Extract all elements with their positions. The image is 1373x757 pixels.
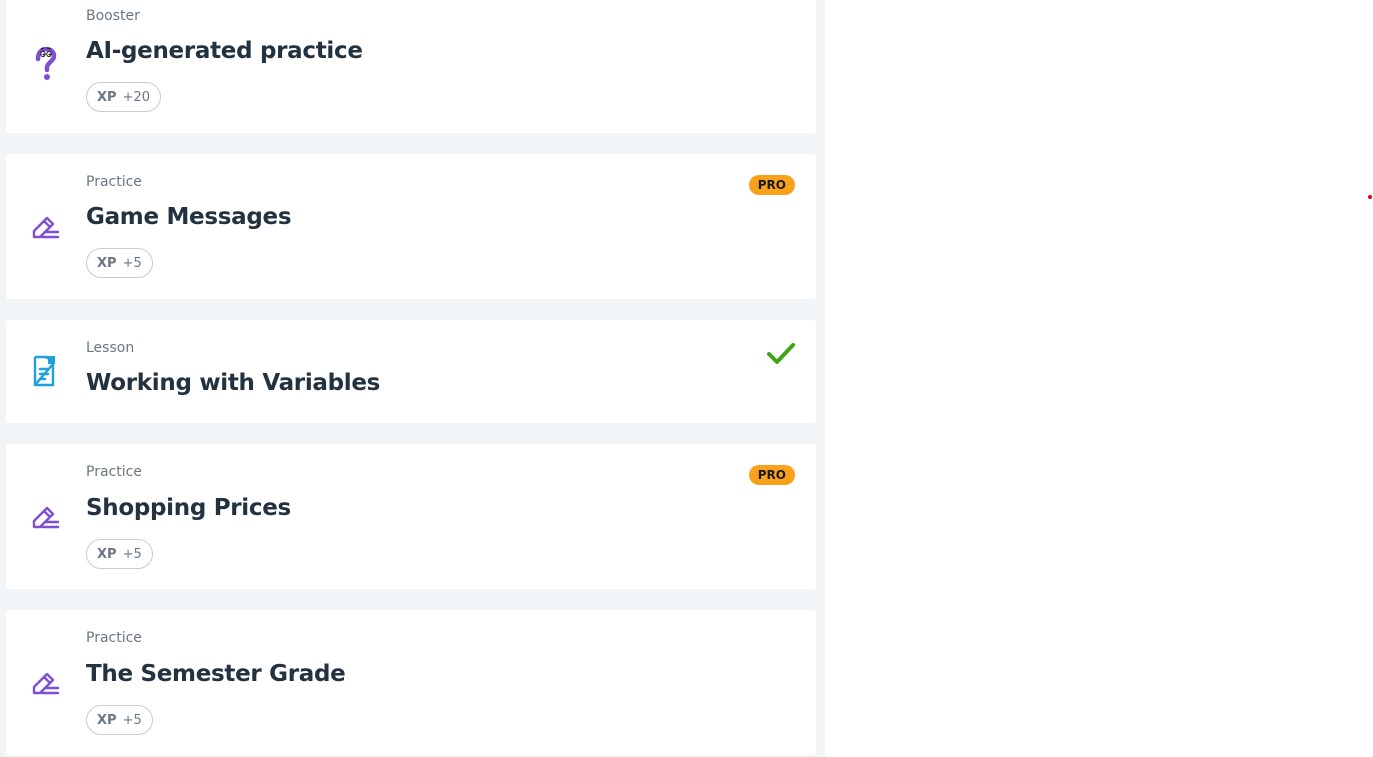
pencil-icon	[29, 210, 61, 242]
xp-label: XP	[97, 89, 117, 105]
cursor-dot	[1368, 195, 1372, 199]
xp-badge: XP +5	[86, 539, 153, 569]
xp-label: XP	[97, 712, 117, 728]
list-item-the-semester-grade[interactable]: Practice The Semester Grade XP +5	[6, 610, 816, 755]
item-type-label: Lesson	[86, 340, 135, 356]
xp-value: +5	[122, 255, 142, 271]
list-item-ai-generated-practice[interactable]: Booster AI-generated practice XP +20	[6, 0, 816, 133]
completed-check-icon	[767, 342, 795, 370]
list-item-game-messages[interactable]: Practice Game Messages XP +5 PRO	[6, 154, 816, 299]
pencil-icon	[29, 666, 61, 698]
xp-badge: XP +5	[86, 248, 153, 278]
document-icon	[29, 355, 61, 387]
list-item-working-with-variables[interactable]: Lesson Working with Variables	[6, 320, 816, 423]
list-item-shopping-prices[interactable]: Practice Shopping Prices XP +5 PRO	[6, 444, 816, 589]
xp-label: XP	[97, 255, 117, 271]
xp-value: +5	[122, 712, 142, 728]
xp-badge: XP +5	[86, 705, 153, 735]
xp-value: +20	[122, 89, 150, 105]
item-title: Shopping Prices	[86, 495, 291, 521]
item-title: AI-generated practice	[86, 38, 363, 64]
item-type-label: Booster	[86, 8, 140, 24]
item-type-label: Practice	[86, 464, 142, 480]
pencil-icon	[29, 500, 61, 532]
lesson-list: Booster AI-generated practice XP +20 Pra…	[0, 0, 825, 757]
question-mark-icon	[29, 46, 61, 80]
pro-badge: PRO	[748, 175, 795, 195]
item-type-label: Practice	[86, 630, 142, 646]
pro-badge: PRO	[748, 465, 795, 485]
item-title: The Semester Grade	[86, 661, 346, 687]
item-title: Working with Variables	[86, 370, 381, 396]
xp-label: XP	[97, 546, 117, 562]
xp-badge: XP +20	[86, 82, 161, 112]
xp-value: +5	[122, 546, 142, 562]
item-title: Game Messages	[86, 204, 292, 230]
item-type-label: Practice	[86, 174, 142, 190]
